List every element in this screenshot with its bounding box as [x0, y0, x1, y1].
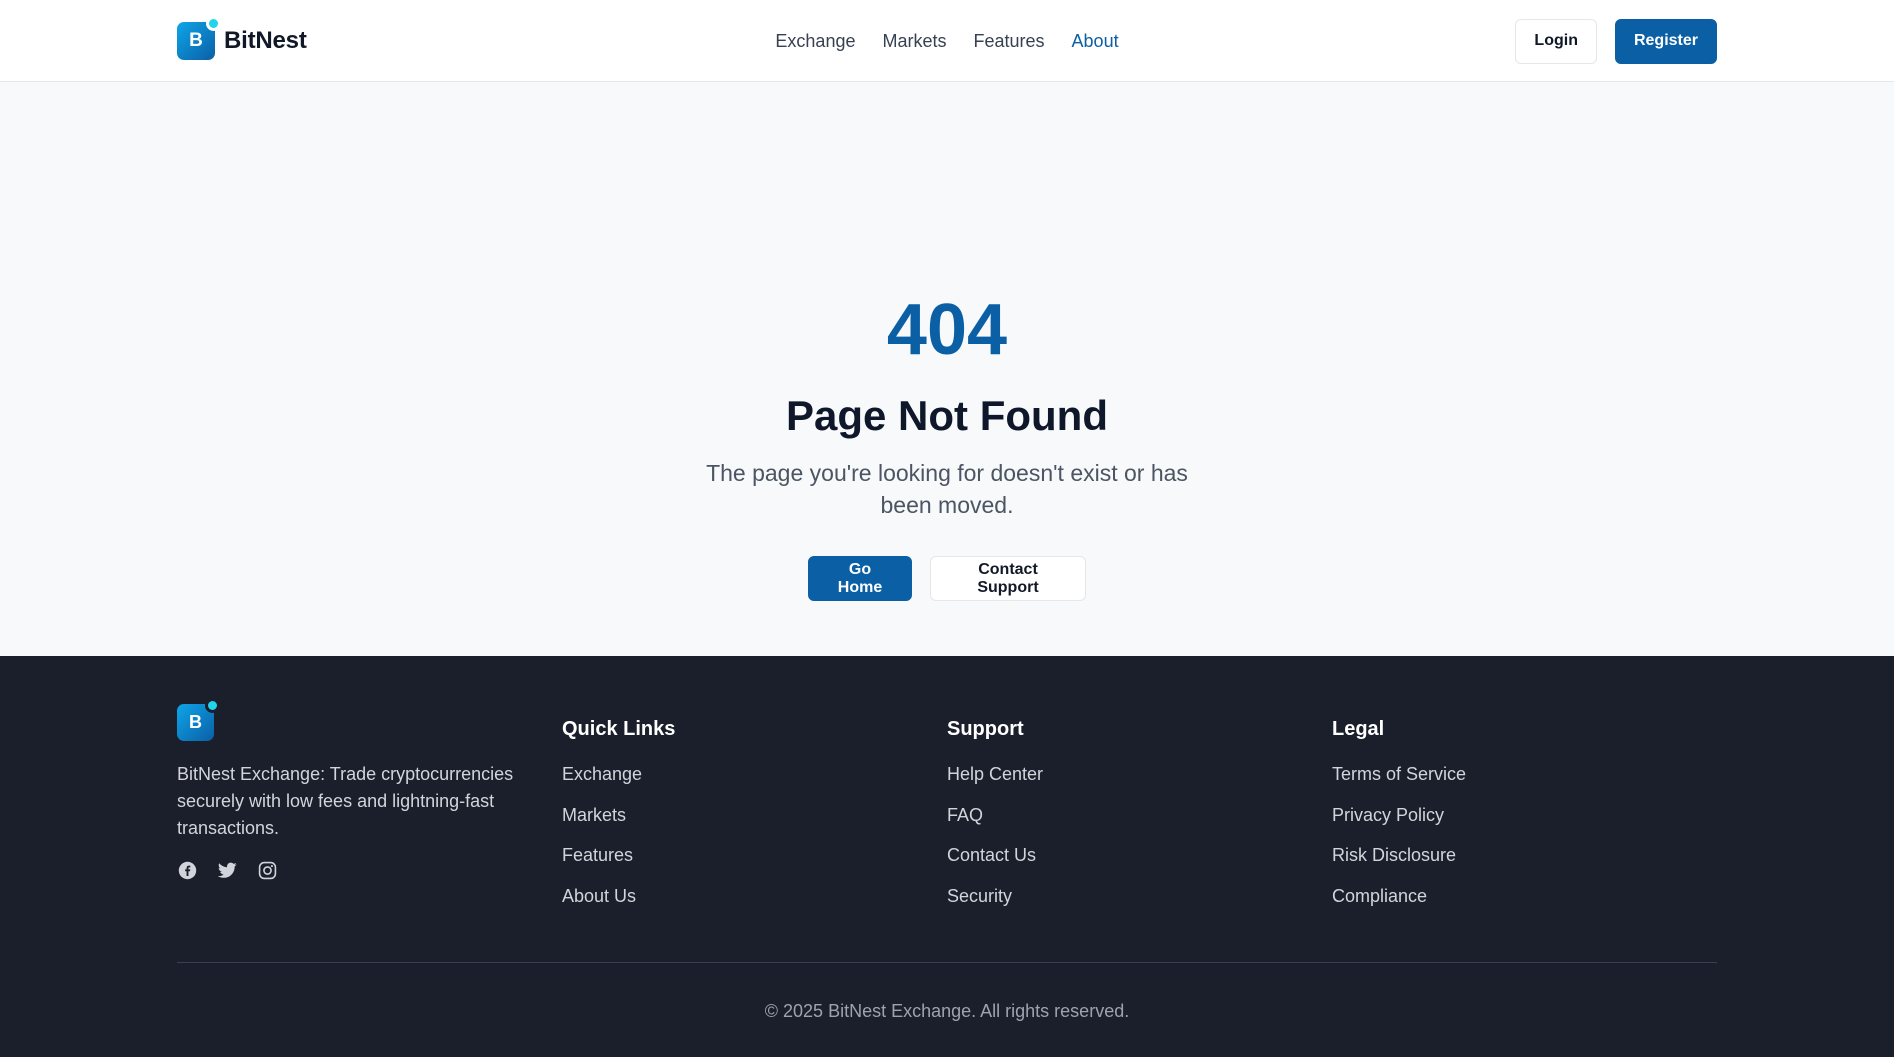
footer-link-risk-disclosure[interactable]: Risk Disclosure — [1332, 845, 1717, 886]
social-links — [177, 860, 562, 880]
footer-divider — [177, 962, 1717, 963]
footer-link-faq[interactable]: FAQ — [947, 805, 1332, 846]
facebook-icon[interactable] — [177, 860, 197, 880]
error-title: Page Not Found — [786, 392, 1108, 439]
error-message: The page you're looking for doesn't exis… — [706, 460, 1188, 518]
footer-link-terms[interactable]: Terms of Service — [1332, 764, 1717, 805]
footer-column-support: Support Help Center FAQ Contact Us Secur… — [947, 704, 1332, 926]
login-button[interactable]: Login — [1515, 18, 1597, 64]
register-button[interactable]: Register — [1614, 18, 1717, 64]
brand[interactable]: B BitNest — [177, 16, 307, 60]
main-nav: Exchange Markets Features About — [775, 31, 1118, 52]
error-code: 404 — [886, 290, 1008, 370]
footer-link-about-us[interactable]: About Us — [562, 886, 947, 927]
nav-link-markets[interactable]: Markets — [882, 31, 946, 52]
footer-logo-dot — [205, 698, 220, 713]
footer-column-legal: Legal Terms of Service Privacy Policy Ri… — [1332, 704, 1717, 926]
site-header: B BitNest Exchange Markets Features Abou… — [0, 0, 1894, 82]
site-footer: B BitNest Exchange: Trade cryptocurrenci… — [0, 656, 1894, 1057]
nav-link-about[interactable]: About — [1072, 31, 1119, 52]
footer-brand: B BitNest Exchange: Trade cryptocurrenci… — [177, 698, 562, 926]
logo-dot — [206, 16, 221, 31]
header-actions: Login Register — [1515, 18, 1717, 64]
footer-link-security[interactable]: Security — [947, 886, 1332, 927]
logo-letter: B — [189, 30, 203, 51]
footer-logo-letter: B — [189, 712, 202, 732]
footer-link-exchange[interactable]: Exchange — [562, 764, 947, 805]
go-home-button[interactable]: Go Home — [808, 556, 912, 601]
footer-link-markets[interactable]: Markets — [562, 805, 947, 846]
footer-column-quick-links: Quick Links Exchange Markets Features Ab… — [562, 704, 947, 926]
footer-link-compliance[interactable]: Compliance — [1332, 886, 1717, 927]
footer-link-help-center[interactable]: Help Center — [947, 764, 1332, 805]
twitter-icon[interactable] — [217, 860, 237, 880]
contact-support-button[interactable]: Contact Support — [930, 556, 1086, 601]
instagram-icon[interactable] — [257, 860, 277, 880]
footer-link-features[interactable]: Features — [562, 845, 947, 886]
footer-heading-legal: Legal — [1332, 718, 1385, 740]
error-actions: Go Home Contact Support — [0, 556, 1894, 601]
footer-link-contact-us[interactable]: Contact Us — [947, 845, 1332, 886]
footer-description: BitNest Exchange: Trade cryptocurrencies… — [177, 764, 514, 838]
footer-link-privacy[interactable]: Privacy Policy — [1332, 805, 1717, 846]
nav-link-features[interactable]: Features — [973, 31, 1044, 52]
footer-heading-quick-links: Quick Links — [562, 718, 676, 740]
brand-name: BitNest — [224, 27, 307, 54]
error-section: 404 Page Not Found The page you're looki… — [0, 82, 1894, 656]
logo-icon: B — [177, 16, 221, 60]
nav-link-exchange[interactable]: Exchange — [775, 31, 855, 52]
footer-heading-support: Support — [947, 718, 1024, 740]
footer-logo-icon[interactable]: B — [177, 698, 220, 741]
copyright-text: © 2025 BitNest Exchange. All rights rese… — [764, 1001, 1130, 1021]
